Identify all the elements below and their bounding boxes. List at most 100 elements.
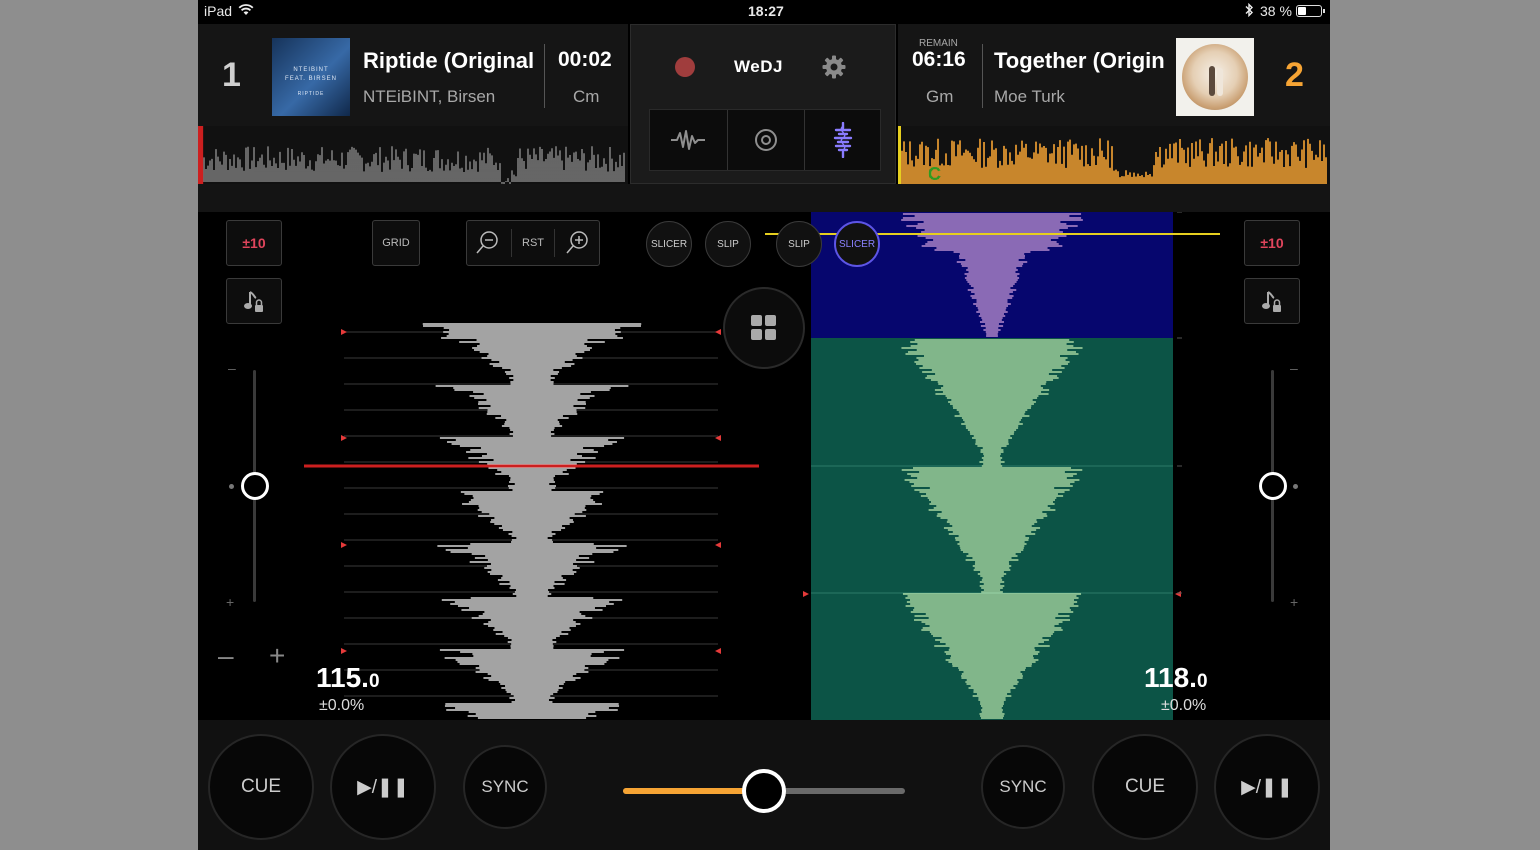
deck1-header[interactable]: 1 NTEIBINT FEAT. BIRSEN RIPTIDE Riptide … <box>198 24 628 126</box>
crossfader-knob[interactable] <box>742 769 786 813</box>
deck2-overview-waveform[interactable]: C <box>898 126 1330 184</box>
deck2-play-pause-button[interactable]: ▶/❚❚ <box>1214 734 1320 840</box>
deck1-overview-graph <box>198 126 625 186</box>
pad-mode-button[interactable] <box>723 287 805 369</box>
deck2-bpm-decimal: 0 <box>1196 671 1208 692</box>
waveform-mode-button[interactable] <box>650 110 726 170</box>
spectrum-mode-button[interactable] <box>804 110 880 170</box>
deck1-tempo-slider-knob[interactable] <box>241 472 269 500</box>
deck1-artwork: NTEIBINT FEAT. BIRSEN RIPTIDE <box>272 38 350 116</box>
deck1-track-title: Riptide (Original <box>363 48 535 73</box>
deck1-divider <box>544 44 545 108</box>
deck2-slicer-button[interactable]: SLICER <box>834 221 880 267</box>
deck1-beat-marker-left <box>341 648 347 654</box>
zoom-reset-label[interactable]: RST <box>522 237 544 249</box>
deck1-beat-marker-left <box>341 329 347 335</box>
deck2-pitch-range-label: ±10 <box>1260 235 1284 251</box>
deck1-pitch-range-button[interactable]: ±10 <box>226 220 282 266</box>
deck1-tempo-up-button[interactable]: + <box>269 642 285 670</box>
status-bar: iPad 18:27 38 % <box>198 0 1330 22</box>
settings-gear-icon[interactable] <box>821 54 847 85</box>
deck2-number: 2 <box>1285 56 1304 94</box>
deck2-key-lock-button[interactable] <box>1244 278 1300 324</box>
deck2-track-title: Together (Origin <box>994 48 1165 73</box>
deck1-slip-button[interactable]: SLIP <box>705 221 751 267</box>
deck2-slip-button[interactable]: SLIP <box>776 221 822 267</box>
zoom-in-icon[interactable] <box>565 229 591 258</box>
deck1-beat-marker-right <box>715 542 721 548</box>
deck2-overview-playhead <box>898 126 901 184</box>
deck1-zoom-controls: RST <box>466 220 600 266</box>
deck1-slicer-label: SLICER <box>650 238 688 250</box>
deck1-overview-playhead <box>198 126 204 184</box>
deck1-slip-label: SLIP <box>717 238 739 250</box>
device-name: iPad <box>204 3 233 19</box>
deck2-cue-marker: C <box>928 164 941 184</box>
deck1-artwork-line-3: RIPTIDE <box>297 91 325 97</box>
deck1-pitch-percent: ±0.0% <box>319 697 365 714</box>
deck1-artwork-line-1: NTEIBINT <box>293 67 329 73</box>
waveform-icon <box>671 130 705 150</box>
deck2-sync-label: SYNC <box>999 777 1047 796</box>
deck2-overview-bars <box>899 138 1327 184</box>
vertical-waveform-icon <box>833 122 852 158</box>
view-mode-selector <box>649 109 881 171</box>
deck1-tempo-center-dot <box>229 484 234 489</box>
deck2-artwork <box>1176 38 1254 116</box>
key-lock-icon <box>244 291 263 312</box>
center-panel: WeDJ <box>630 24 896 184</box>
deck2-tempo-minus-mark: – <box>1290 360 1298 376</box>
deck1-cue-button[interactable]: CUE <box>208 734 314 840</box>
deck1-tempo-plus-mark: + <box>226 594 235 610</box>
deck2-cue-label: CUE <box>1124 776 1166 797</box>
deck2-beat-marker-right <box>1175 591 1181 597</box>
deck1-key-lock-button[interactable] <box>226 278 282 324</box>
deck2-slicer-label: SLICER <box>838 238 876 250</box>
deck2-pitch-percent: ±0.0% <box>1161 697 1207 714</box>
deck1-overview-waveform[interactable] <box>198 126 628 186</box>
deck1-sync-button[interactable]: SYNC <box>463 745 547 829</box>
deck2-track-artist: Moe Turk <box>994 87 1065 106</box>
battery-icon <box>1296 5 1325 17</box>
deck1-grid-label: GRID <box>382 237 410 249</box>
deck1-grid-button[interactable]: GRID <box>372 220 420 266</box>
battery-percent: 38 % <box>1260 3 1292 19</box>
deck1-tempo-down-button[interactable]: – <box>218 642 234 670</box>
deck2-sync-button[interactable]: SYNC <box>981 745 1065 829</box>
deck1-play-pause-button[interactable]: ▶/❚❚ <box>330 734 436 840</box>
deck2-tempo-slider-knob[interactable] <box>1259 472 1287 500</box>
deck1-play-pause-label: ▶/❚❚ <box>357 776 409 798</box>
deck1-time: 00:02 <box>558 48 612 71</box>
deck2-bpm: 118.0 <box>1144 662 1208 694</box>
deck2-header[interactable]: REMAIN 06:16 Gm Together (Origin Moe Tur… <box>898 24 1330 126</box>
deck2-pitch-range-button[interactable]: ±10 <box>1244 220 1300 266</box>
record-button[interactable] <box>675 57 695 77</box>
deck2-play-pause-label: ▶/❚❚ <box>1241 776 1293 798</box>
deck1-key: Cm <box>573 87 600 106</box>
deck2-slicer-body <box>811 338 1173 720</box>
transport-bar: CUE ▶/❚❚ SYNC SYNC CUE ▶/❚❚ <box>198 720 1330 850</box>
zoom-out-icon[interactable] <box>475 229 501 258</box>
deck1-bpm-main: 115. <box>316 662 369 693</box>
deck2-bpm-main: 118. <box>1144 662 1197 693</box>
deck2-slip-label: SLIP <box>788 238 810 250</box>
deck1-beat-marker-right <box>715 648 721 654</box>
deck1-overview-bars <box>201 146 625 186</box>
deck2-key: Gm <box>926 87 954 106</box>
deck1-artwork-line-2: FEAT. BIRSEN <box>285 76 337 82</box>
deck1-track-artist: NTEiBINT, Birsen <box>363 87 496 106</box>
key-lock-icon <box>1262 291 1281 312</box>
ipad-screen: iPad 18:27 38 % 1 NTEIBINT FEAT. BIRSEN … <box>198 0 1330 850</box>
deck1-bpm: 115.0 <box>316 662 380 694</box>
pad-grid-icon <box>751 315 776 340</box>
deck2-overview-graph <box>898 126 1327 184</box>
deck1-tempo-minus-mark: – <box>228 360 236 376</box>
deck2-divider <box>982 44 983 108</box>
deck1-bpm-decimal: 0 <box>368 671 380 692</box>
deck2-cue-button[interactable]: CUE <box>1092 734 1198 840</box>
section-divider <box>198 184 1330 212</box>
deck1-slicer-button[interactable]: SLICER <box>646 221 692 267</box>
jog-mode-button[interactable] <box>727 110 803 170</box>
deck2-beat-marker-left <box>803 591 809 597</box>
deck1-number: 1 <box>222 56 241 94</box>
